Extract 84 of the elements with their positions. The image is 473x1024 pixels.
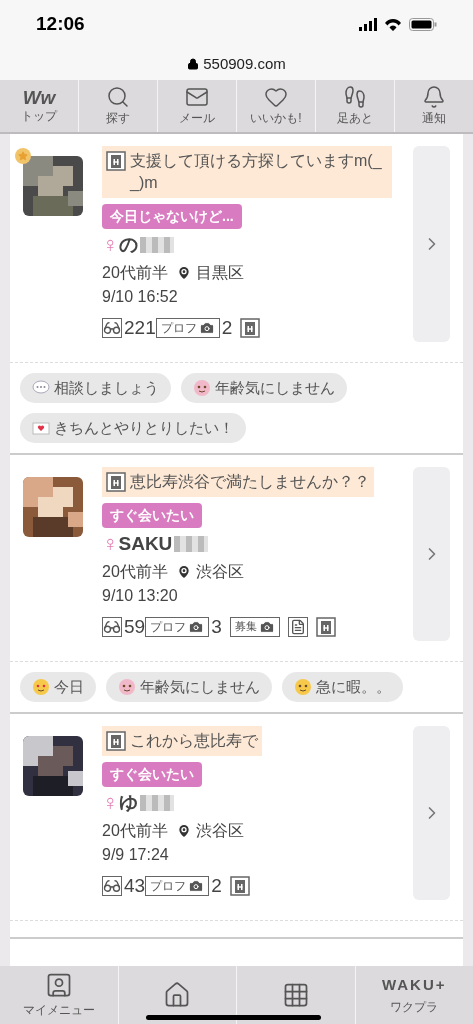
letter-icon bbox=[32, 419, 50, 437]
recruit-photo-badge: 募集 bbox=[229, 616, 280, 637]
tag-chip: 急に暇。。 bbox=[282, 672, 403, 702]
glasses-icon bbox=[102, 616, 122, 637]
lock-icon bbox=[187, 58, 200, 70]
wifi-icon bbox=[385, 17, 401, 31]
heart-icon bbox=[264, 85, 288, 109]
tag-chip: 年齢気にしません bbox=[106, 672, 272, 702]
user-name: SAKU bbox=[118, 532, 173, 556]
nav-tab[interactable]: 探す bbox=[78, 80, 157, 132]
tag-chip: きちんとやりとりしたい！ bbox=[20, 413, 246, 443]
glasses-icon bbox=[102, 317, 122, 338]
face-icon bbox=[118, 678, 136, 696]
open-post-button[interactable] bbox=[413, 467, 450, 641]
face-icon bbox=[32, 678, 50, 696]
bottom-nav-tab[interactable]: WAKU+ ワクプラ bbox=[354, 966, 473, 1024]
age-text: 20代前半 bbox=[102, 561, 168, 582]
post-title: 支援して頂ける方探していますm(_ _)m bbox=[102, 146, 392, 198]
building-icon bbox=[315, 616, 336, 637]
blurred-name bbox=[139, 795, 174, 812]
face-icon bbox=[193, 379, 211, 397]
view-count: 221 bbox=[124, 315, 156, 340]
area-text: 渋谷区 bbox=[195, 561, 244, 582]
nav-tab[interactable]: Ww トップ bbox=[0, 80, 78, 132]
view-count: 59 bbox=[124, 614, 146, 639]
glasses-icon bbox=[102, 875, 122, 896]
post-time: 9/10 16:52 bbox=[102, 286, 178, 307]
location-pin-icon bbox=[175, 563, 192, 580]
face-icon bbox=[294, 678, 312, 696]
post-time: 9/9 17:24 bbox=[102, 844, 169, 865]
area-text: 渋谷区 bbox=[195, 820, 244, 841]
building-icon bbox=[240, 317, 261, 338]
footprints-icon bbox=[343, 85, 367, 109]
view-count: 43 bbox=[124, 873, 146, 898]
bottom-nav-tab[interactable]: マイメニュー bbox=[0, 966, 118, 1024]
user-name: の bbox=[118, 233, 138, 257]
nav-tab[interactable]: いいかも! bbox=[236, 80, 315, 132]
tag-chip: 年齢気にしません bbox=[181, 373, 347, 403]
mail-icon bbox=[185, 85, 209, 109]
status-time: 12:06 bbox=[36, 11, 85, 36]
post-title: 恵比寿渋谷で満たしませんか？？ bbox=[102, 467, 374, 497]
status-tag: すぐ会いたい bbox=[102, 503, 202, 528]
nav-tab[interactable]: メール bbox=[157, 80, 236, 132]
female-icon: ♀ bbox=[102, 533, 119, 556]
building-icon bbox=[229, 875, 250, 896]
profile-photo-badge: プロフ bbox=[145, 875, 210, 896]
blurred-name bbox=[139, 237, 174, 254]
speech-bubble-icon bbox=[32, 379, 50, 397]
url-text[interactable]: 550909.com bbox=[203, 52, 286, 76]
open-post-button[interactable] bbox=[413, 146, 450, 342]
age-text: 20代前半 bbox=[102, 262, 168, 283]
photo-count: 3 bbox=[211, 614, 222, 639]
location-pin-icon bbox=[175, 264, 192, 281]
brand-logo: WAKU+ bbox=[381, 974, 447, 995]
open-post-button[interactable] bbox=[413, 726, 450, 900]
nav-tab[interactable]: 足あと bbox=[315, 80, 394, 132]
blurred-name bbox=[174, 536, 209, 553]
female-icon: ♀ bbox=[102, 234, 119, 257]
building-icon bbox=[106, 472, 126, 492]
star-icon bbox=[15, 148, 31, 164]
post-time: 9/10 13:20 bbox=[102, 585, 178, 606]
post-title: これから恵比寿で bbox=[102, 726, 262, 756]
photo-count: 2 bbox=[221, 315, 233, 340]
battery-icon bbox=[409, 17, 437, 31]
user-name: ゆ bbox=[118, 791, 138, 815]
bell-icon bbox=[422, 85, 446, 109]
building-icon bbox=[106, 731, 126, 751]
status-tag: 今日じゃないけど... bbox=[102, 204, 242, 229]
photo-count: 2 bbox=[211, 873, 222, 898]
tag-chip: 今日 bbox=[20, 672, 96, 702]
document-icon bbox=[289, 618, 306, 635]
age-text: 20代前半 bbox=[102, 820, 168, 841]
location-pin-icon bbox=[175, 822, 192, 839]
tag-chip: 相談しましょう bbox=[20, 373, 171, 403]
profile-photo-badge: プロフ bbox=[145, 616, 210, 637]
logo: Ww bbox=[22, 87, 56, 107]
area-text: 目黒区 bbox=[195, 262, 244, 283]
search-icon bbox=[106, 85, 130, 109]
status-tag: すぐ会いたい bbox=[102, 762, 202, 787]
profile-photo-badge: プロフ bbox=[155, 317, 220, 338]
signal-icon bbox=[359, 17, 377, 31]
nav-tab[interactable]: 通知 bbox=[394, 80, 473, 132]
building-icon bbox=[106, 151, 126, 171]
female-icon: ♀ bbox=[102, 792, 119, 815]
